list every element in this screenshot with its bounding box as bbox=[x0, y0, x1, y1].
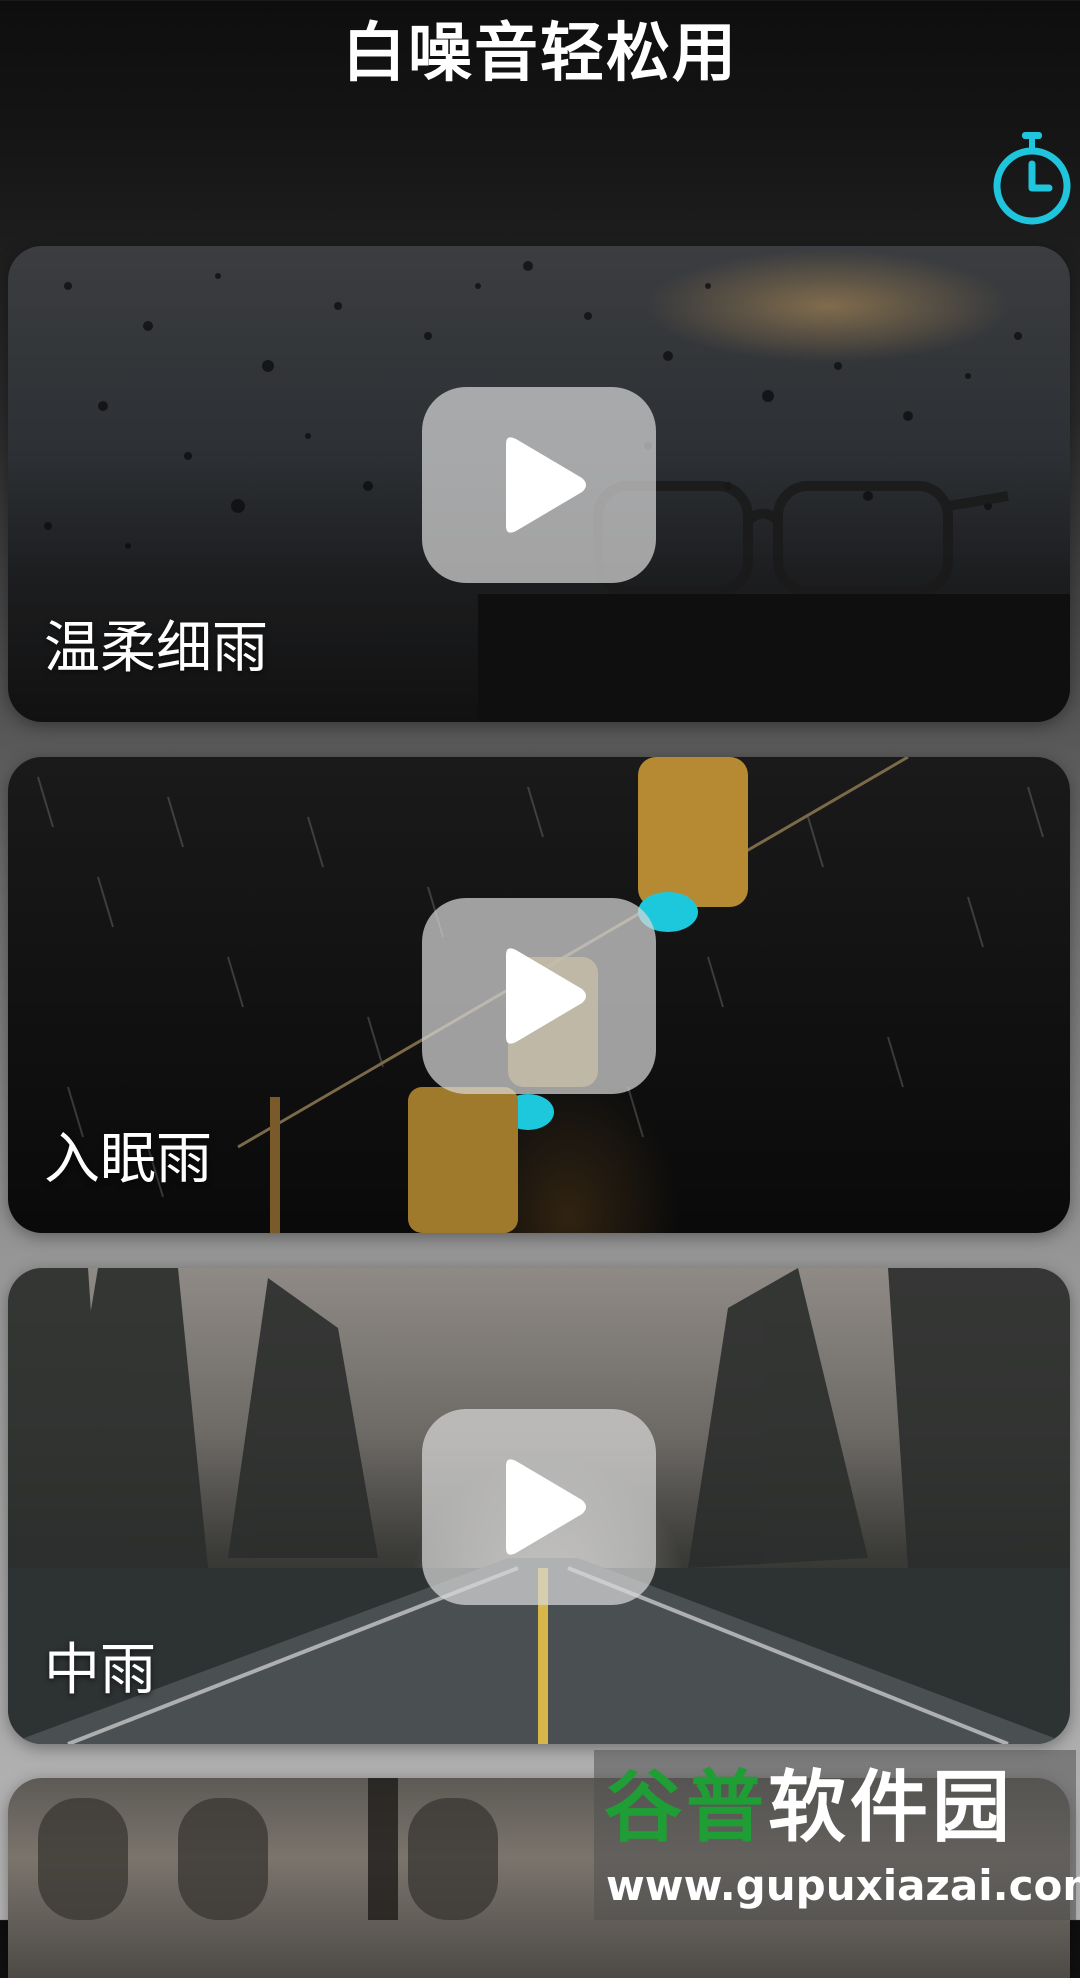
timer-icon bbox=[993, 132, 1071, 225]
card-title: 入眠雨 bbox=[44, 1127, 212, 1192]
watermark: 谷普软件园 www.gupuxiazai.com bbox=[594, 1750, 1080, 1920]
watermark-url: www.gupuxiazai.com bbox=[606, 1861, 1080, 1910]
sound-card-moderate-rain[interactable]: 中雨 bbox=[8, 1268, 1070, 1744]
play-button[interactable] bbox=[422, 387, 656, 583]
play-icon bbox=[506, 948, 586, 1044]
play-button[interactable] bbox=[422, 898, 656, 1094]
watermark-logo-white: 软件园 bbox=[768, 1763, 1015, 1853]
play-icon bbox=[506, 437, 586, 533]
watermark-logo: 谷普软件园 bbox=[604, 1760, 1014, 1856]
watermark-logo-green: 谷普 bbox=[604, 1763, 769, 1853]
timer-button[interactable] bbox=[984, 128, 1080, 228]
card-title: 中雨 bbox=[44, 1638, 156, 1703]
card-title: 温柔细雨 bbox=[44, 616, 268, 681]
sound-card-sleep-rain[interactable]: 入眠雨 bbox=[8, 757, 1070, 1233]
sound-card-gentle-rain[interactable]: 温柔细雨 bbox=[8, 246, 1070, 722]
page-title: 白噪音轻松用 bbox=[342, 17, 738, 91]
play-button[interactable] bbox=[422, 1409, 656, 1605]
play-icon bbox=[506, 1459, 586, 1555]
